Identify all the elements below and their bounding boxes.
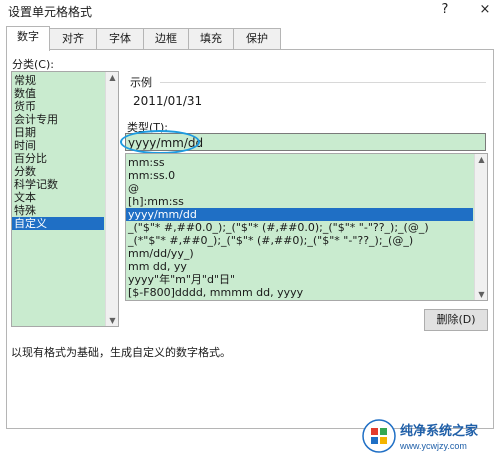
scroll-down-icon[interactable]: ▼ <box>475 290 487 299</box>
category-item[interactable]: 货币 <box>14 100 36 113</box>
tab-number[interactable]: 数字 <box>6 26 50 51</box>
format-item[interactable]: _("$"* #,##0.0_);_("$"* (#,##0.0);_("$"*… <box>128 221 429 234</box>
category-item[interactable]: 分数 <box>14 165 36 178</box>
tab-font[interactable]: 字体 <box>96 28 144 49</box>
tab-fill[interactable]: 填充 <box>188 28 234 49</box>
scroll-up-icon[interactable]: ▲ <box>106 73 118 82</box>
format-item[interactable]: mm dd, yy <box>128 260 187 273</box>
close-button[interactable]: × <box>474 1 496 19</box>
scroll-up-icon[interactable]: ▲ <box>475 155 487 164</box>
tab-border[interactable]: 边框 <box>143 28 189 49</box>
sample-divider <box>160 82 486 83</box>
format-item[interactable]: yyyy"年"m"月"d"日" <box>128 273 235 286</box>
category-item[interactable]: 科学记数 <box>14 178 58 191</box>
scroll-down-icon[interactable]: ▼ <box>106 316 118 325</box>
format-item[interactable]: mm:ss.0 <box>128 169 175 182</box>
category-item[interactable]: 百分比 <box>14 152 47 165</box>
svg-text:www.ycwjzy.com: www.ycwjzy.com <box>399 441 467 451</box>
category-item[interactable]: 会计专用 <box>14 113 58 126</box>
description-text: 以现有格式为基础，生成自定义的数字格式。 <box>11 346 231 359</box>
category-item[interactable]: 数值 <box>14 87 36 100</box>
category-scrollbar[interactable]: ▲ ▼ <box>105 72 118 326</box>
svg-text:纯净系统之家: 纯净系统之家 <box>400 423 479 438</box>
delete-button[interactable]: 删除(D) <box>424 309 488 331</box>
sample-value: 2011/01/31 <box>133 94 203 108</box>
format-item[interactable]: @ <box>128 182 139 195</box>
watermark-logo: 纯净系统之家 www.ycwjzy.com <box>360 416 500 455</box>
format-item-selected[interactable]: yyyy/mm/dd <box>126 208 473 221</box>
category-item[interactable]: 常规 <box>14 74 36 87</box>
category-list[interactable]: 常规 数值 货币 会计专用 日期 时间 百分比 分数 科学记数 文本 特殊 自定… <box>11 71 119 327</box>
category-item[interactable]: 文本 <box>14 191 36 204</box>
category-item-selected[interactable]: 自定义 <box>12 217 104 230</box>
format-scrollbar[interactable]: ▲ ▼ <box>474 154 487 300</box>
sample-label: 示例 <box>130 76 152 89</box>
help-button[interactable]: ? <box>434 1 456 19</box>
format-item[interactable]: mm:ss <box>128 156 165 169</box>
highlight-oval <box>120 130 200 154</box>
format-item[interactable]: [$-F800]dddd, mmmm dd, yyyy <box>128 286 303 299</box>
category-item[interactable]: 时间 <box>14 139 36 152</box>
window-title: 设置单元格格式 <box>8 5 93 19</box>
format-item[interactable]: [h]:mm:ss <box>128 195 184 208</box>
format-list[interactable]: mm:ss mm:ss.0 @ [h]:mm:ss yyyy/mm/dd _("… <box>125 153 488 301</box>
tab-alignment[interactable]: 对齐 <box>49 28 97 49</box>
category-item[interactable]: 日期 <box>14 126 36 139</box>
category-label: 分类(C): <box>12 58 54 71</box>
format-item[interactable]: _(*"$"* #,##0_);_("$"* (#,##0);_("$"* "-… <box>128 234 413 247</box>
category-item[interactable]: 特殊 <box>14 204 36 217</box>
tab-protection[interactable]: 保护 <box>233 28 281 49</box>
format-item[interactable]: mm/dd/yy_) <box>128 247 194 260</box>
